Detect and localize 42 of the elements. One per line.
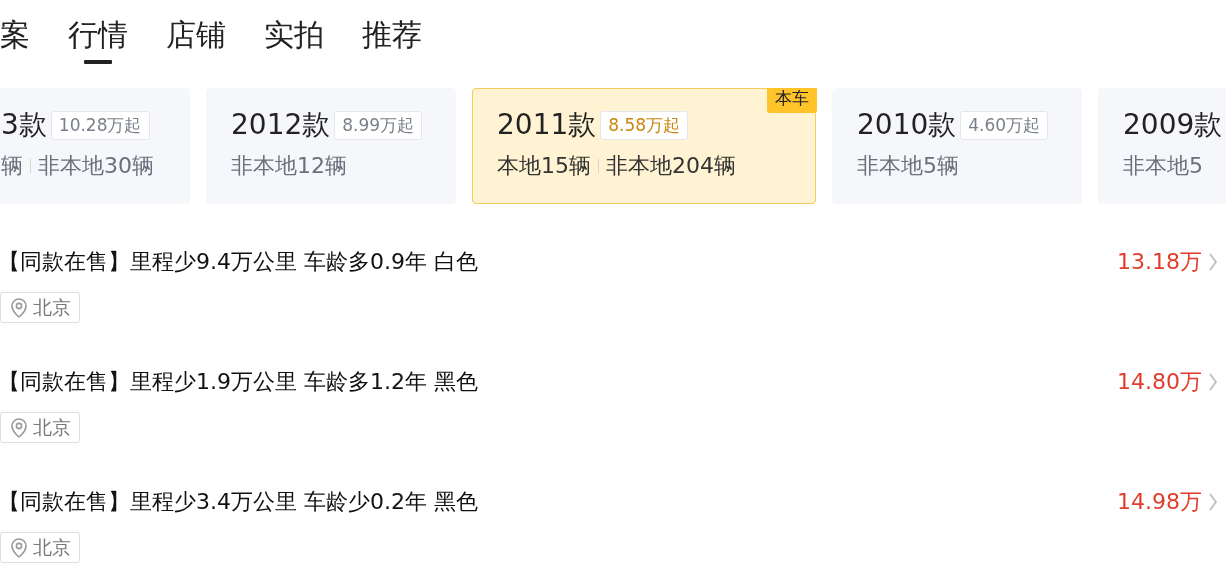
listing-price: 13.18万 bbox=[1117, 248, 1202, 276]
tab[interactable]: 行情 bbox=[68, 14, 128, 66]
chevron-right-icon[interactable] bbox=[1208, 492, 1218, 512]
price-tag: 8.99万起 bbox=[334, 110, 423, 140]
vehicle-count: 非本地12辆 bbox=[231, 152, 347, 180]
price-tag: 4.60万起 bbox=[960, 110, 1049, 140]
listing-title[interactable]: 【同款在售】里程少1.9万公里 车龄多1.2年 黑色 bbox=[0, 364, 478, 400]
version-card[interactable]: 2012款 8.99万起 非本地12辆 bbox=[206, 88, 456, 204]
version-card[interactable]: 2010款 4.60万起 非本地5辆 bbox=[832, 88, 1082, 204]
listing-price: 14.80万 bbox=[1117, 368, 1202, 396]
vehicle-count: 辆 bbox=[1, 152, 23, 180]
current-car-badge: 本车 bbox=[767, 88, 817, 113]
vehicle-count: 非本地30辆 bbox=[38, 152, 154, 180]
price-tag: 10.28万起 bbox=[50, 110, 150, 140]
model-year: 3款 bbox=[1, 107, 47, 143]
vehicle-count: 非本地5 bbox=[1123, 152, 1203, 180]
listing-title[interactable]: 【同款在售】里程少3.4万公里 车龄少0.2年 黑色 bbox=[0, 484, 478, 520]
location-pin-icon bbox=[9, 416, 29, 439]
listing-title[interactable]: 【同款在售】里程少9.4万公里 车龄多0.9年 白色 bbox=[0, 244, 478, 280]
tab[interactable]: 实拍 bbox=[264, 14, 324, 66]
location-pin-icon bbox=[9, 296, 29, 319]
chevron-right-icon[interactable] bbox=[1208, 372, 1218, 392]
tab[interactable]: 店铺 bbox=[166, 14, 226, 66]
model-year: 2010款 bbox=[857, 107, 957, 143]
version-card[interactable]: 3款 10.28万起 辆 非本地30辆 bbox=[0, 88, 190, 204]
tab[interactable]: 推荐 bbox=[362, 14, 422, 66]
location-text: 北京 bbox=[33, 414, 71, 440]
vehicle-count: 非本地5辆 bbox=[857, 152, 959, 180]
tab[interactable]: 案 bbox=[0, 14, 30, 66]
version-card[interactable]: 2009款 非本地5 bbox=[1098, 88, 1226, 204]
vehicle-count: 非本地204辆 bbox=[606, 152, 736, 180]
model-year: 2011款 bbox=[497, 107, 597, 143]
location-text: 北京 bbox=[33, 294, 71, 320]
listing-price: 14.98万 bbox=[1117, 488, 1202, 516]
chevron-right-icon[interactable] bbox=[1208, 252, 1218, 272]
selected-version-card[interactable]: 2011款 8.58万起 本地15辆 非本地204辆 本车 bbox=[472, 88, 816, 204]
model-year: 2009款 bbox=[1123, 107, 1223, 143]
vehicle-count: 本地15辆 bbox=[497, 152, 591, 180]
price-tag: 8.58万起 bbox=[600, 110, 689, 140]
location-pin-icon bbox=[9, 536, 29, 559]
model-year: 2012款 bbox=[231, 107, 331, 143]
location-text: 北京 bbox=[33, 534, 71, 560]
